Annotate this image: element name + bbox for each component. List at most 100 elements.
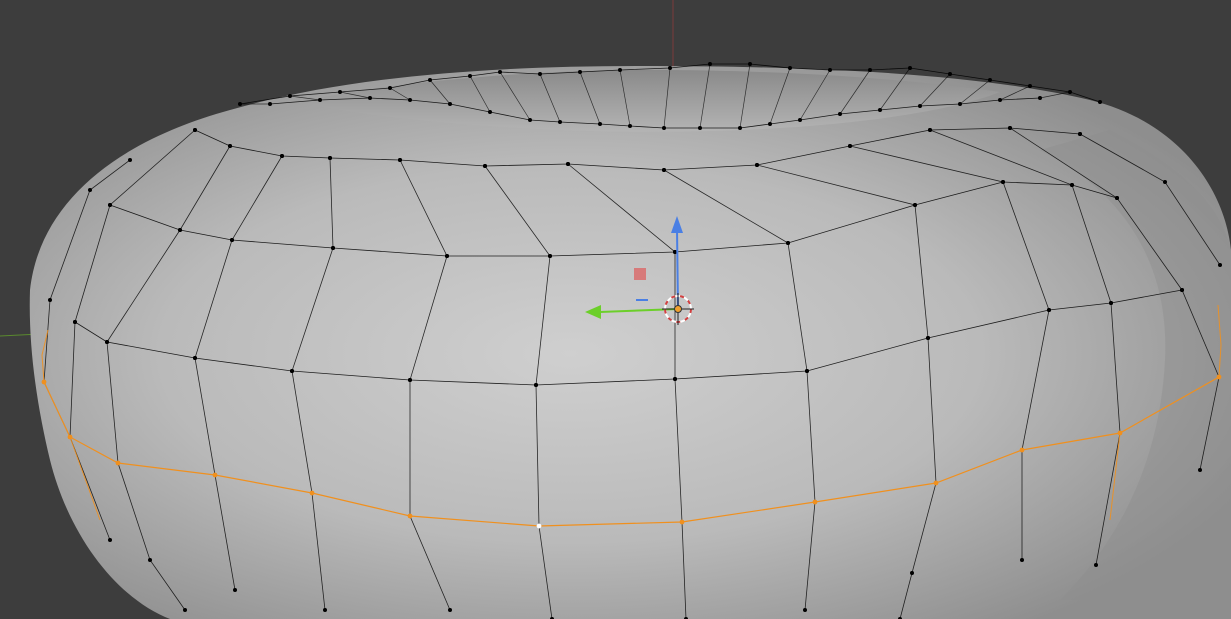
selected-vertex-2[interactable] bbox=[115, 460, 121, 466]
mesh-vertex-25[interactable] bbox=[408, 98, 412, 102]
mesh-vertex-24[interactable] bbox=[368, 96, 372, 100]
mesh-vertex-14[interactable] bbox=[828, 68, 832, 72]
mesh-vertex-16[interactable] bbox=[908, 66, 912, 70]
mesh-vertex-34[interactable] bbox=[738, 126, 742, 130]
mesh-vertex-120[interactable] bbox=[910, 571, 914, 575]
mesh-vertex-29[interactable] bbox=[558, 120, 562, 124]
mesh-vertex-35[interactable] bbox=[768, 122, 772, 126]
mesh-vertex-32[interactable] bbox=[662, 126, 666, 130]
mesh-vertex-39[interactable] bbox=[918, 104, 922, 108]
3d-viewport[interactable] bbox=[0, 0, 1231, 619]
mesh-vertex-87[interactable] bbox=[230, 238, 234, 242]
mesh-vertex-38[interactable] bbox=[878, 108, 882, 112]
mesh-vertex-36[interactable] bbox=[798, 118, 802, 122]
mesh-vertex-11[interactable] bbox=[708, 62, 712, 66]
mesh-vertex-23[interactable] bbox=[318, 98, 322, 102]
mesh-vertex-131[interactable] bbox=[1094, 563, 1098, 567]
mesh-vertex-91[interactable] bbox=[328, 156, 332, 160]
active-vertex[interactable] bbox=[536, 523, 542, 529]
mesh-vertex-7[interactable] bbox=[538, 72, 542, 76]
selected-vertex-9[interactable] bbox=[933, 480, 939, 486]
mesh-vertex-42[interactable] bbox=[1038, 96, 1042, 100]
mesh-vertex-8[interactable] bbox=[578, 70, 582, 74]
mesh-vertex-31[interactable] bbox=[628, 124, 632, 128]
mesh-vertex-3[interactable] bbox=[388, 86, 392, 90]
mesh-vertex-19[interactable] bbox=[1028, 84, 1032, 88]
viewport-canvas[interactable] bbox=[0, 0, 1231, 619]
mesh-vertex-80[interactable] bbox=[228, 144, 232, 148]
mesh-vertex-37[interactable] bbox=[838, 112, 842, 116]
mesh-vertex-85[interactable] bbox=[183, 608, 187, 612]
mesh-vertex-129[interactable] bbox=[1109, 301, 1113, 305]
mesh-vertex-103[interactable] bbox=[534, 383, 538, 387]
mesh-vertex-117[interactable] bbox=[913, 203, 917, 207]
mesh-vertex-111[interactable] bbox=[662, 168, 666, 172]
mesh-vertex-21[interactable] bbox=[1098, 100, 1102, 104]
mesh-vertex-12[interactable] bbox=[748, 62, 752, 66]
selected-vertex-4[interactable] bbox=[309, 490, 315, 496]
mesh-vertex-41[interactable] bbox=[998, 98, 1002, 102]
mesh-vertex-139[interactable] bbox=[1218, 263, 1222, 267]
mesh-vertex-113[interactable] bbox=[805, 369, 809, 373]
mesh-vertex-28[interactable] bbox=[528, 118, 532, 122]
mesh-vertex-30[interactable] bbox=[598, 122, 602, 126]
mesh-vertex-128[interactable] bbox=[1070, 183, 1074, 187]
mesh-vertex-96[interactable] bbox=[398, 158, 402, 162]
mesh-vertex-4[interactable] bbox=[428, 78, 432, 82]
selected-vertex-3[interactable] bbox=[212, 472, 218, 478]
mesh-vertex-13[interactable] bbox=[788, 66, 792, 70]
mesh-vertex-101[interactable] bbox=[483, 164, 487, 168]
mesh-vertex-82[interactable] bbox=[105, 340, 109, 344]
mesh-vertex-116[interactable] bbox=[755, 163, 759, 167]
mesh-vertex-90[interactable] bbox=[233, 588, 237, 592]
mesh-vertex-1[interactable] bbox=[288, 94, 292, 98]
mesh-vertex-118[interactable] bbox=[926, 336, 930, 340]
mesh-vertex-140[interactable] bbox=[193, 128, 197, 132]
mesh-vertex-138[interactable] bbox=[1163, 180, 1167, 184]
selected-vertex-5[interactable] bbox=[407, 513, 413, 519]
mesh-vertex-40[interactable] bbox=[958, 102, 962, 106]
mesh-vertex-17[interactable] bbox=[948, 72, 952, 76]
mesh-vertex-97[interactable] bbox=[445, 254, 449, 258]
mesh-vertex-108[interactable] bbox=[673, 377, 677, 381]
mesh-vertex-26[interactable] bbox=[448, 102, 452, 106]
transform-gizmo-x-handle-icon[interactable] bbox=[634, 268, 646, 280]
mesh-vertex-92[interactable] bbox=[331, 246, 335, 250]
mesh-vertex-5[interactable] bbox=[468, 74, 472, 78]
selected-vertex-7[interactable] bbox=[679, 519, 685, 525]
mesh-vertex-20[interactable] bbox=[1068, 90, 1072, 94]
mesh-vertex-10[interactable] bbox=[668, 66, 672, 70]
mesh-vertex-0[interactable] bbox=[238, 102, 242, 106]
mesh-vertex-137[interactable] bbox=[1078, 132, 1082, 136]
mesh-vertex-100[interactable] bbox=[448, 608, 452, 612]
mesh-vertex-122[interactable] bbox=[848, 144, 852, 148]
mesh-vertex-18[interactable] bbox=[988, 78, 992, 82]
selected-vertex-10[interactable] bbox=[1019, 447, 1025, 453]
mesh-vertex-102[interactable] bbox=[548, 254, 552, 258]
mesh-vertex-126[interactable] bbox=[1020, 558, 1024, 562]
mesh-vertex-144[interactable] bbox=[108, 538, 112, 542]
mesh-vertex-27[interactable] bbox=[488, 110, 492, 114]
selected-vertex-11[interactable] bbox=[1117, 430, 1123, 436]
mesh-vertex-93[interactable] bbox=[290, 369, 294, 373]
mesh-vertex-106[interactable] bbox=[566, 162, 570, 166]
mesh-vertex-132[interactable] bbox=[1008, 126, 1012, 130]
mesh-vertex-141[interactable] bbox=[108, 203, 112, 207]
mesh-vertex-115[interactable] bbox=[803, 608, 807, 612]
mesh-vertex-146[interactable] bbox=[88, 188, 92, 192]
selected-vertex-1[interactable] bbox=[67, 434, 73, 440]
selected-vertex-8[interactable] bbox=[812, 499, 818, 505]
mesh-vertex-88[interactable] bbox=[193, 356, 197, 360]
mesh-vertex-136[interactable] bbox=[1198, 468, 1202, 472]
mesh-vertex-86[interactable] bbox=[280, 154, 284, 158]
mesh-vertex-145[interactable] bbox=[128, 158, 132, 162]
mesh-vertex-127[interactable] bbox=[928, 128, 932, 132]
mesh-vertex-142[interactable] bbox=[73, 320, 77, 324]
mesh-vertex-98[interactable] bbox=[408, 378, 412, 382]
mesh-vertex-81[interactable] bbox=[178, 228, 182, 232]
mesh-vertex-33[interactable] bbox=[698, 126, 702, 130]
mesh-vertex-22[interactable] bbox=[268, 102, 272, 106]
mesh-vertex-123[interactable] bbox=[1001, 180, 1005, 184]
mesh-vertex-9[interactable] bbox=[618, 68, 622, 72]
selected-vertex-12[interactable] bbox=[1216, 374, 1222, 380]
